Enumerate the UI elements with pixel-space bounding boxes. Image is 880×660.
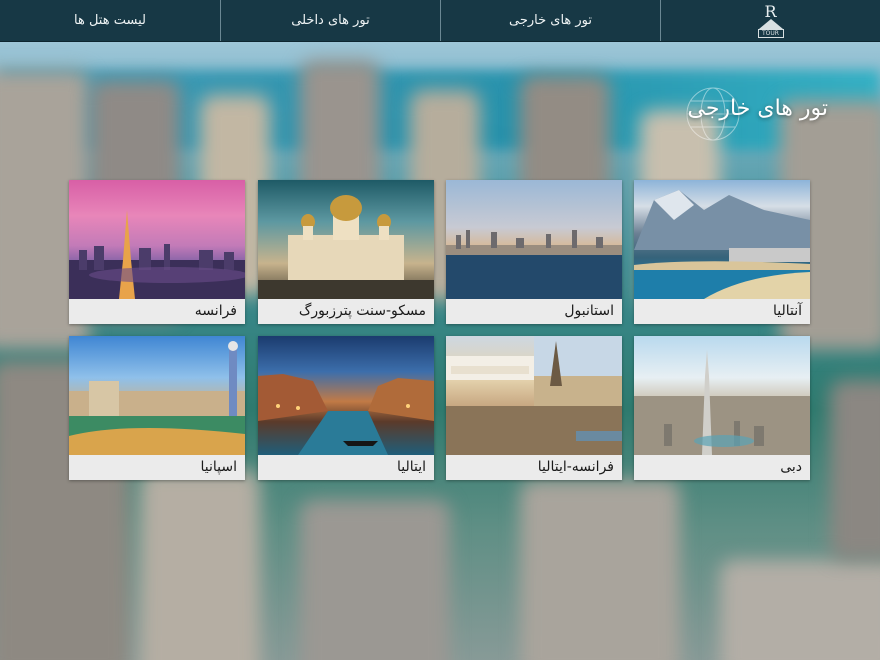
tour-name: مسکو-سنت پترزبورگ xyxy=(258,299,434,324)
nav-item-foreign-tours[interactable]: تور های خارجی xyxy=(440,0,660,41)
tour-card-antalya[interactable]: آنتالیا xyxy=(634,180,810,324)
section-title-wrap: تور های خارجی xyxy=(686,87,829,141)
tour-name: دبی xyxy=(634,455,810,480)
tour-name: فرانسه xyxy=(69,299,245,324)
top-navigation: R TOUR تور های خارجی تور های داخلی لیست … xyxy=(0,0,880,42)
tour-card-france[interactable]: فرانسه xyxy=(69,180,245,324)
tour-card-dubai[interactable]: دبی xyxy=(634,336,810,480)
tour-name: آنتالیا xyxy=(634,299,810,324)
tour-card-istanbul[interactable]: استانبول xyxy=(446,180,622,324)
tour-card-moscow[interactable]: مسکو-سنت پترزبورگ xyxy=(258,180,434,324)
tour-image-rome-paris xyxy=(446,336,622,455)
tour-name: فرانسه-ایتالیا xyxy=(446,455,622,480)
page-title: تور های خارجی xyxy=(687,96,829,121)
tour-image-moscow xyxy=(258,180,434,299)
tour-image-venice xyxy=(258,336,434,455)
tour-card-spain[interactable]: اسپانیا xyxy=(69,336,245,480)
tour-image-barcelona xyxy=(69,336,245,455)
tour-name: اسپانیا xyxy=(69,455,245,480)
logo-word: TOUR xyxy=(757,28,784,38)
mountain-icon xyxy=(758,18,783,29)
nav-item-domestic-tours[interactable]: تور های داخلی xyxy=(220,0,440,41)
tour-image-paris xyxy=(69,180,245,299)
tour-card-italy[interactable]: ایتالیا xyxy=(258,336,434,480)
tour-image-dubai xyxy=(634,336,810,455)
tour-name: استانبول xyxy=(446,299,622,324)
nav-item-hotel-list[interactable]: لیست هتل ها xyxy=(0,0,220,41)
logo[interactable]: R TOUR xyxy=(660,0,880,41)
tour-card-france-italy[interactable]: فرانسه-ایتالیا xyxy=(446,336,622,480)
tour-name: ایتالیا xyxy=(258,455,434,480)
tour-image-antalya xyxy=(634,180,810,299)
tour-image-istanbul xyxy=(446,180,622,299)
